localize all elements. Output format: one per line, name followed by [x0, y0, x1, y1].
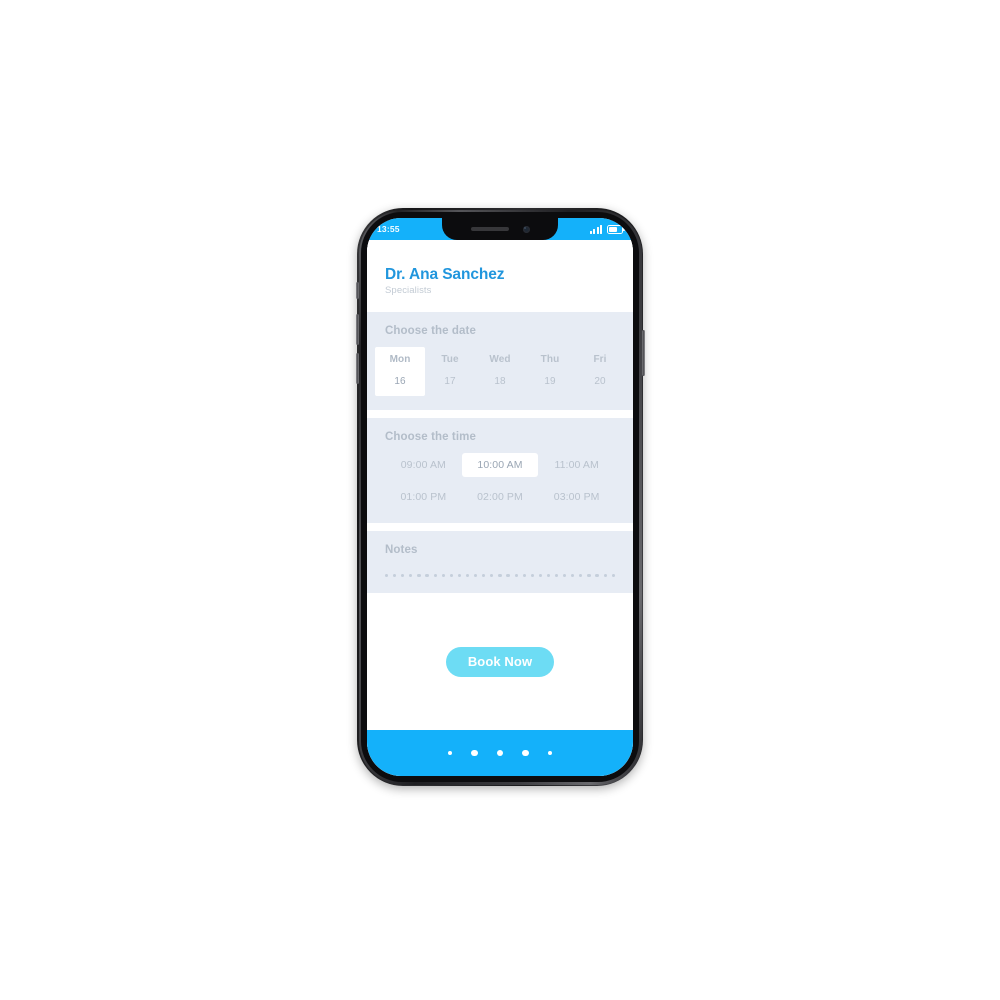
choose-time-title: Choose the time [385, 431, 476, 444]
section-divider [367, 410, 633, 419]
notes-placeholder-dot [441, 574, 445, 578]
notes-placeholder-dot [393, 574, 397, 578]
silent-switch-button[interactable] [355, 282, 359, 299]
phone-device-frame: 13:55 Dr. Ana Sanchez Specialists Choose… [355, 208, 645, 786]
notes-placeholder-dot [595, 574, 599, 578]
notes-section: Notes [367, 531, 633, 594]
notes-placeholder-dot [611, 574, 615, 578]
notes-placeholder-dot [530, 574, 534, 578]
page-title: Dr. Ana Sanchez [385, 266, 505, 283]
front-camera-icon [522, 225, 530, 233]
notes-placeholder-dot [490, 574, 494, 578]
notes-placeholder-dot [482, 574, 486, 578]
notes-placeholder-dot [433, 574, 437, 578]
volume-up-button[interactable] [355, 314, 359, 345]
time-slot-0100pm[interactable]: 01:00 PM [385, 485, 462, 509]
device-notch [442, 218, 558, 240]
date-option-num: 18 [494, 376, 506, 388]
date-option-dow: Tue [441, 354, 459, 366]
app-content: Dr. Ana Sanchez Specialists Choose the d… [367, 240, 633, 776]
signal-bars-icon [590, 224, 602, 234]
time-slot-1100am[interactable]: 11:00 AM [538, 453, 615, 477]
power-button[interactable] [641, 330, 645, 376]
date-option-dow: Fri [593, 354, 607, 366]
notes-placeholder-dot [498, 574, 502, 578]
date-option-num: 17 [444, 376, 456, 388]
notes-placeholder-dot [409, 574, 413, 578]
earpiece-speaker-icon [470, 227, 509, 231]
notes-placeholder-dot [587, 574, 591, 578]
date-option-num: 19 [544, 376, 556, 388]
pagination-dot-4[interactable] [522, 749, 529, 757]
volume-down-button[interactable] [355, 353, 359, 384]
pagination-dot-3[interactable] [496, 749, 504, 757]
date-option-thu[interactable]: Thu 19 [525, 347, 575, 396]
notes-placeholder-dot [546, 574, 551, 578]
date-option-dow: Thu [540, 354, 560, 366]
date-option-dow: Wed [489, 354, 511, 366]
notes-placeholder-dot [538, 574, 542, 578]
battery-icon [607, 224, 626, 234]
notes-placeholder-dot [514, 574, 518, 578]
choose-date-title: Choose the date [385, 325, 476, 338]
notes-placeholder-dot [554, 574, 559, 578]
time-slot-0200pm[interactable]: 02:00 PM [462, 485, 539, 509]
pagination-dot-5[interactable] [547, 751, 552, 755]
time-slot-grid: 09:00 AM 10:00 AM 11:00 AM 01:00 PM 02:0… [385, 453, 615, 509]
notes-placeholder-dot [401, 574, 405, 578]
status-bar-indicators [590, 224, 626, 234]
pagination-dot-1[interactable] [448, 751, 453, 755]
choose-time-section: Choose the time 09:00 AM 10:00 AM 11:00 … [367, 418, 633, 524]
phone-screen: 13:55 Dr. Ana Sanchez Specialists Choose… [367, 218, 633, 776]
choose-date-section: Choose the date Mon 16 Tue 17 Wed 18 Thu… [367, 312, 633, 411]
notes-placeholder-dot [571, 574, 575, 578]
date-option-wed[interactable]: Wed 18 [475, 347, 525, 396]
notes-placeholder-dot [449, 574, 453, 578]
date-option-mon[interactable]: Mon 16 [375, 347, 425, 397]
notes-input[interactable] [385, 574, 615, 579]
doctor-header: Dr. Ana Sanchez Specialists [367, 240, 633, 313]
time-slot-1000am[interactable]: 10:00 AM [461, 453, 539, 478]
book-now-area: Book Now [367, 593, 633, 730]
status-bar-time: 13:55 [377, 224, 400, 234]
bottom-pagination-bar [367, 730, 633, 776]
time-slot-0900am[interactable]: 09:00 AM [385, 453, 462, 477]
notes-placeholder-dot [603, 574, 607, 578]
notes-placeholder-dot [563, 574, 567, 578]
date-option-tue[interactable]: Tue 17 [425, 347, 475, 396]
notes-title: Notes [385, 544, 418, 557]
doctor-specialty-label: Specialists [385, 285, 432, 297]
notes-placeholder-dot [465, 574, 470, 578]
notes-placeholder-dot [579, 574, 583, 578]
screenshot-canvas: 13:55 Dr. Ana Sanchez Specialists Choose… [0, 0, 1000, 1000]
time-slot-0300pm[interactable]: 03:00 PM [538, 485, 615, 509]
notes-placeholder-dot [522, 574, 526, 578]
pagination-dot-2[interactable] [471, 749, 478, 757]
date-picker-row: Mon 16 Tue 17 Wed 18 Thu 19 Fri 20 [367, 347, 633, 397]
notes-placeholder-dot [425, 574, 429, 578]
section-divider [367, 523, 633, 532]
notes-placeholder-dot [385, 574, 389, 578]
date-option-fri[interactable]: Fri 20 [575, 347, 625, 396]
notes-placeholder-dot [506, 574, 510, 578]
date-option-dow: Mon [389, 354, 411, 366]
notes-placeholder-dot [417, 574, 421, 578]
notes-placeholder-dot [457, 574, 462, 578]
notes-placeholder-dot [474, 574, 478, 578]
date-option-num: 20 [594, 376, 606, 388]
book-now-button[interactable]: Book Now [445, 646, 555, 677]
date-option-num: 16 [394, 376, 406, 388]
